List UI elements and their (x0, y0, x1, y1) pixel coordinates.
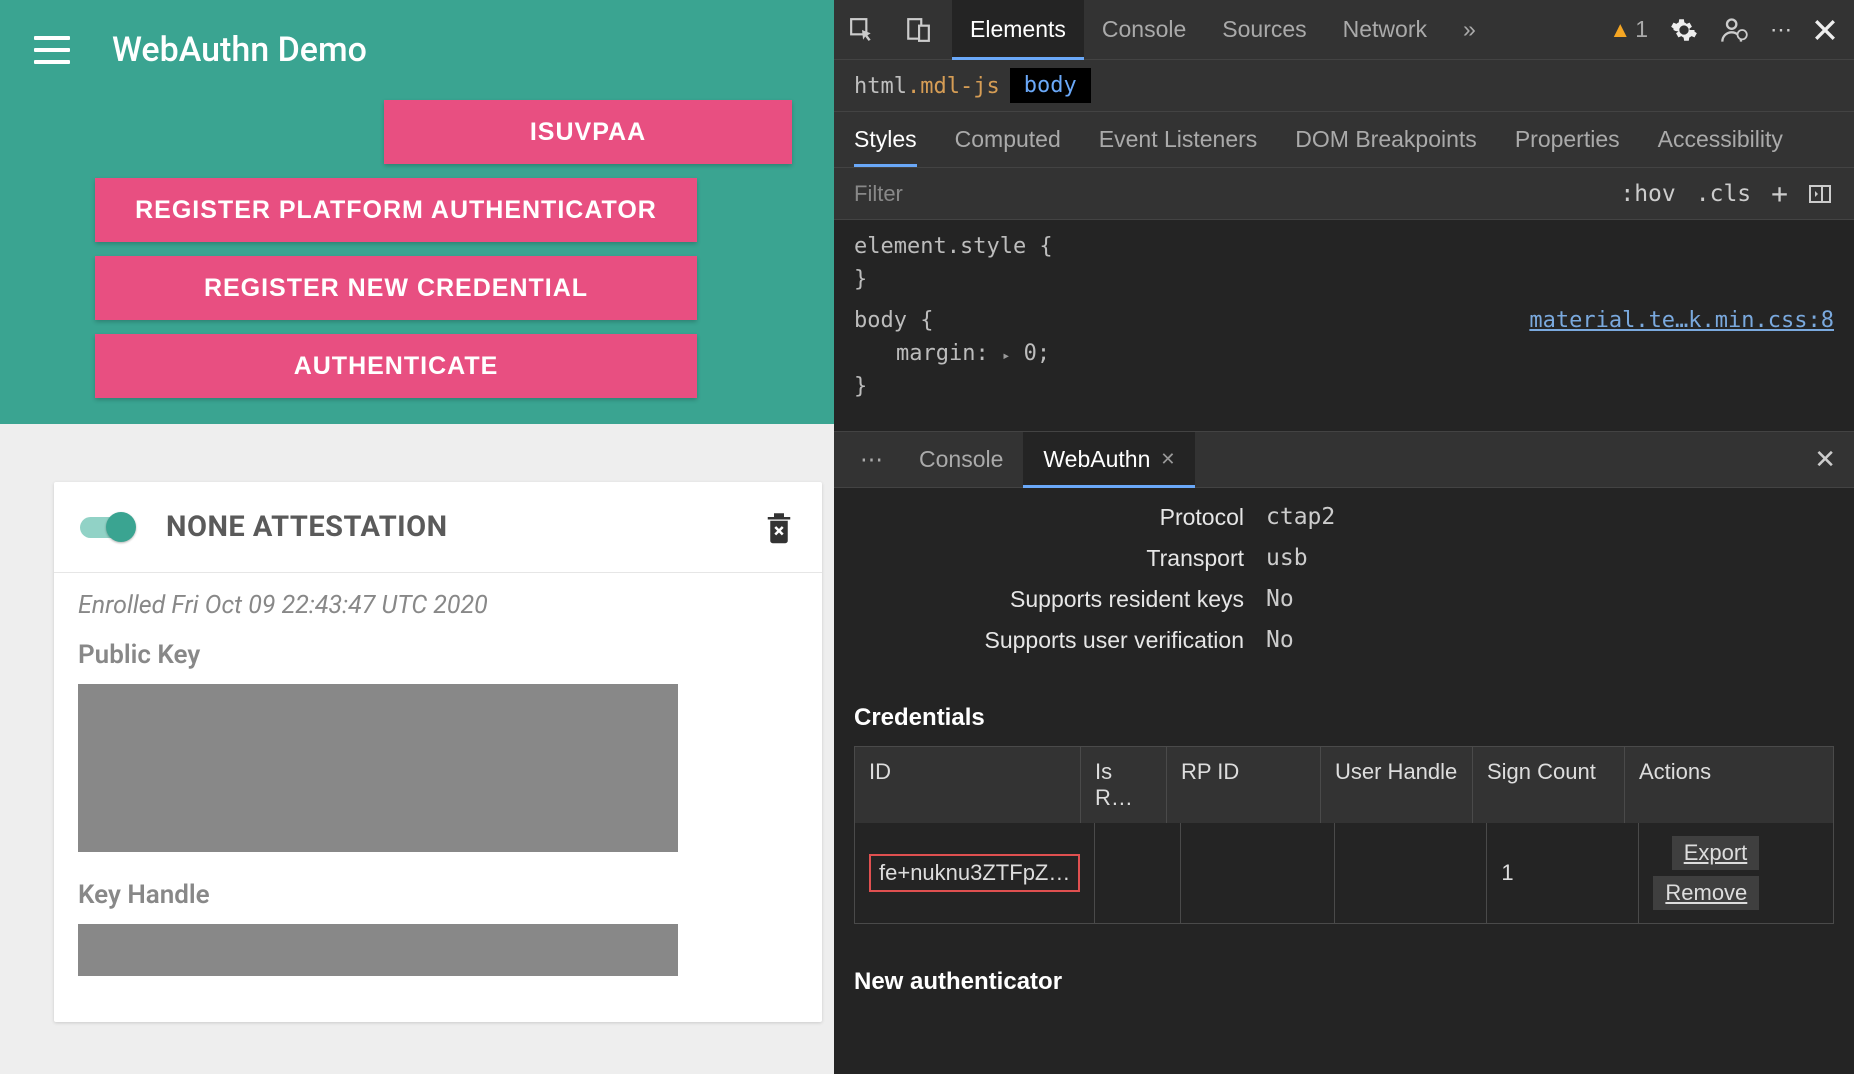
styles-tab-computed[interactable]: Computed (955, 112, 1061, 167)
breadcrumb-body[interactable]: body (1010, 68, 1091, 103)
card-body: Enrolled Fri Oct 09 22:43:47 UTC 2020 Pu… (54, 573, 822, 1022)
styles-tab-listeners[interactable]: Event Listeners (1099, 112, 1258, 167)
transport-label: Transport (854, 545, 1244, 572)
close-icon[interactable] (1814, 19, 1836, 41)
protocol-label: Protocol (854, 504, 1244, 531)
col-rp[interactable]: RP ID (1167, 747, 1321, 823)
attestation-card: NONE ATTESTATION Enrolled Fri Oct 09 22:… (54, 482, 822, 1022)
styles-tabbar: Styles Computed Event Listeners DOM Brea… (834, 112, 1854, 168)
devtools-panel: Elements Console Sources Network » ▲1 ⋯ … (834, 0, 1854, 1074)
hamburger-icon[interactable] (34, 36, 70, 64)
filter-input[interactable]: Filter (834, 181, 1610, 207)
transport-value: usb (1266, 545, 1308, 572)
credentials-title: Credentials (834, 676, 1854, 746)
new-authenticator-title: New authenticator (834, 924, 1854, 1006)
warning-badge[interactable]: ▲1 (1609, 16, 1648, 43)
drawer-tabs: ⋯ Console WebAuthn ✕ ✕ (834, 432, 1854, 488)
drawer-tab-webauthn[interactable]: WebAuthn ✕ (1023, 432, 1195, 487)
tab-console[interactable]: Console (1084, 0, 1204, 59)
resident-label: Supports resident keys (854, 586, 1244, 613)
attestation-toggle[interactable] (76, 515, 136, 539)
styles-tab-properties[interactable]: Properties (1515, 112, 1620, 167)
inspect-icon[interactable] (840, 8, 884, 52)
table-header-row: ID Is R… RP ID User Handle Sign Count Ac… (855, 747, 1833, 823)
col-sc[interactable]: Sign Count (1473, 747, 1625, 823)
webauthn-demo-app: WebAuthn Demo ISUVPAA REGISTER PLATFORM … (0, 0, 834, 1074)
delete-icon[interactable] (764, 508, 794, 546)
css-rules: element.style { } material.te…k.min.css:… (834, 220, 1854, 413)
public-key-value (78, 684, 678, 852)
tab-network[interactable]: Network (1325, 0, 1445, 59)
drawer-close-icon[interactable]: ✕ (1796, 444, 1854, 475)
app-title: WebAuthn Demo (112, 30, 367, 70)
new-rule-icon[interactable]: + (1761, 173, 1798, 214)
account-icon[interactable] (1720, 16, 1748, 44)
table-row: fe+nuknu3ZTFpZ… 1 Export Remove (855, 823, 1833, 923)
styles-tab-dombp[interactable]: DOM Breakpoints (1295, 112, 1477, 167)
tab-sources[interactable]: Sources (1204, 0, 1324, 59)
col-ac[interactable]: Actions (1625, 747, 1833, 823)
cell-sc: 1 (1487, 823, 1639, 923)
register-credential-button[interactable]: REGISTER NEW CREDENTIAL (95, 256, 697, 320)
cell-is (1095, 823, 1181, 923)
public-key-label: Public Key (78, 640, 798, 670)
styles-tab-accessibility[interactable]: Accessibility (1658, 112, 1783, 167)
resident-value: No (1266, 586, 1294, 613)
enrolled-text: Enrolled Fri Oct 09 22:43:47 UTC 2020 (78, 591, 798, 620)
col-is[interactable]: Is R… (1081, 747, 1167, 823)
isuvpaa-button[interactable]: ISUVPAA (384, 100, 792, 164)
cell-uh (1335, 823, 1487, 923)
devtools-top-icons: ▲1 ⋯ (1609, 16, 1854, 44)
col-id[interactable]: ID (855, 747, 1081, 823)
col-uh[interactable]: User Handle (1321, 747, 1473, 823)
devtools-drawer: ⋯ Console WebAuthn ✕ ✕ Protocol ctap2 Tra… (834, 431, 1854, 1074)
device-icon[interactable] (896, 8, 940, 52)
key-handle-label: Key Handle (78, 880, 798, 910)
settings-icon[interactable] (1670, 16, 1698, 44)
more-icon[interactable]: ⋯ (1770, 17, 1792, 43)
register-platform-button[interactable]: REGISTER PLATFORM AUTHENTICATOR (95, 178, 697, 242)
cell-actions: Export Remove (1639, 823, 1833, 923)
cell-id[interactable]: fe+nuknu3ZTFpZ… (855, 823, 1095, 923)
uv-value: No (1266, 627, 1294, 654)
uv-label: Supports user verification (854, 627, 1244, 654)
authenticator-info: Protocol ctap2 Transport usb Supports resi… (834, 488, 1854, 676)
drawer-tab-webauthn-label: WebAuthn (1043, 446, 1150, 473)
card-header: NONE ATTESTATION (54, 482, 822, 573)
export-button[interactable]: Export (1672, 836, 1760, 870)
remove-button[interactable]: Remove (1653, 876, 1759, 910)
app-title-row: WebAuthn Demo (0, 0, 834, 100)
tab-elements[interactable]: Elements (952, 0, 1084, 59)
app-header: WebAuthn Demo ISUVPAA REGISTER PLATFORM … (0, 0, 834, 424)
cls-button[interactable]: .cls (1686, 177, 1761, 211)
hov-button[interactable]: :hov (1610, 177, 1685, 211)
devtools-topbar: Elements Console Sources Network » ▲1 ⋯ (834, 0, 1854, 60)
drawer-tab-console[interactable]: Console (899, 432, 1023, 487)
button-column: ISUVPAA REGISTER PLATFORM AUTHENTICATOR … (0, 100, 834, 398)
key-handle-value (78, 924, 678, 976)
devtools-main-tabs: Elements Console Sources Network » (952, 0, 1494, 59)
authenticate-button[interactable]: AUTHENTICATE (95, 334, 697, 398)
css-source-link[interactable]: material.te…k.min.css:8 (1529, 304, 1834, 337)
styles-filter-row: Filter :hov .cls + (834, 168, 1854, 220)
element-style-rule[interactable]: element.style { } (854, 230, 1834, 296)
breadcrumb-html[interactable]: html.mdl-js (854, 72, 1000, 99)
body-rule[interactable]: material.te…k.min.css:8 body { margin: ▸… (854, 304, 1834, 403)
protocol-value: ctap2 (1266, 504, 1335, 531)
card-title: NONE ATTESTATION (166, 510, 448, 544)
warning-count: 1 (1635, 16, 1648, 43)
styles-tab-styles[interactable]: Styles (854, 112, 917, 167)
more-tabs-icon[interactable]: » (1445, 0, 1494, 59)
credentials-table: ID Is R… RP ID User Handle Sign Count Ac… (854, 746, 1834, 924)
drawer-more-icon[interactable]: ⋯ (844, 446, 899, 473)
breadcrumb: html.mdl-js body (834, 60, 1854, 112)
cell-rp (1181, 823, 1335, 923)
panel-toggle-icon[interactable] (1798, 178, 1842, 210)
close-tab-icon[interactable]: ✕ (1160, 449, 1175, 470)
